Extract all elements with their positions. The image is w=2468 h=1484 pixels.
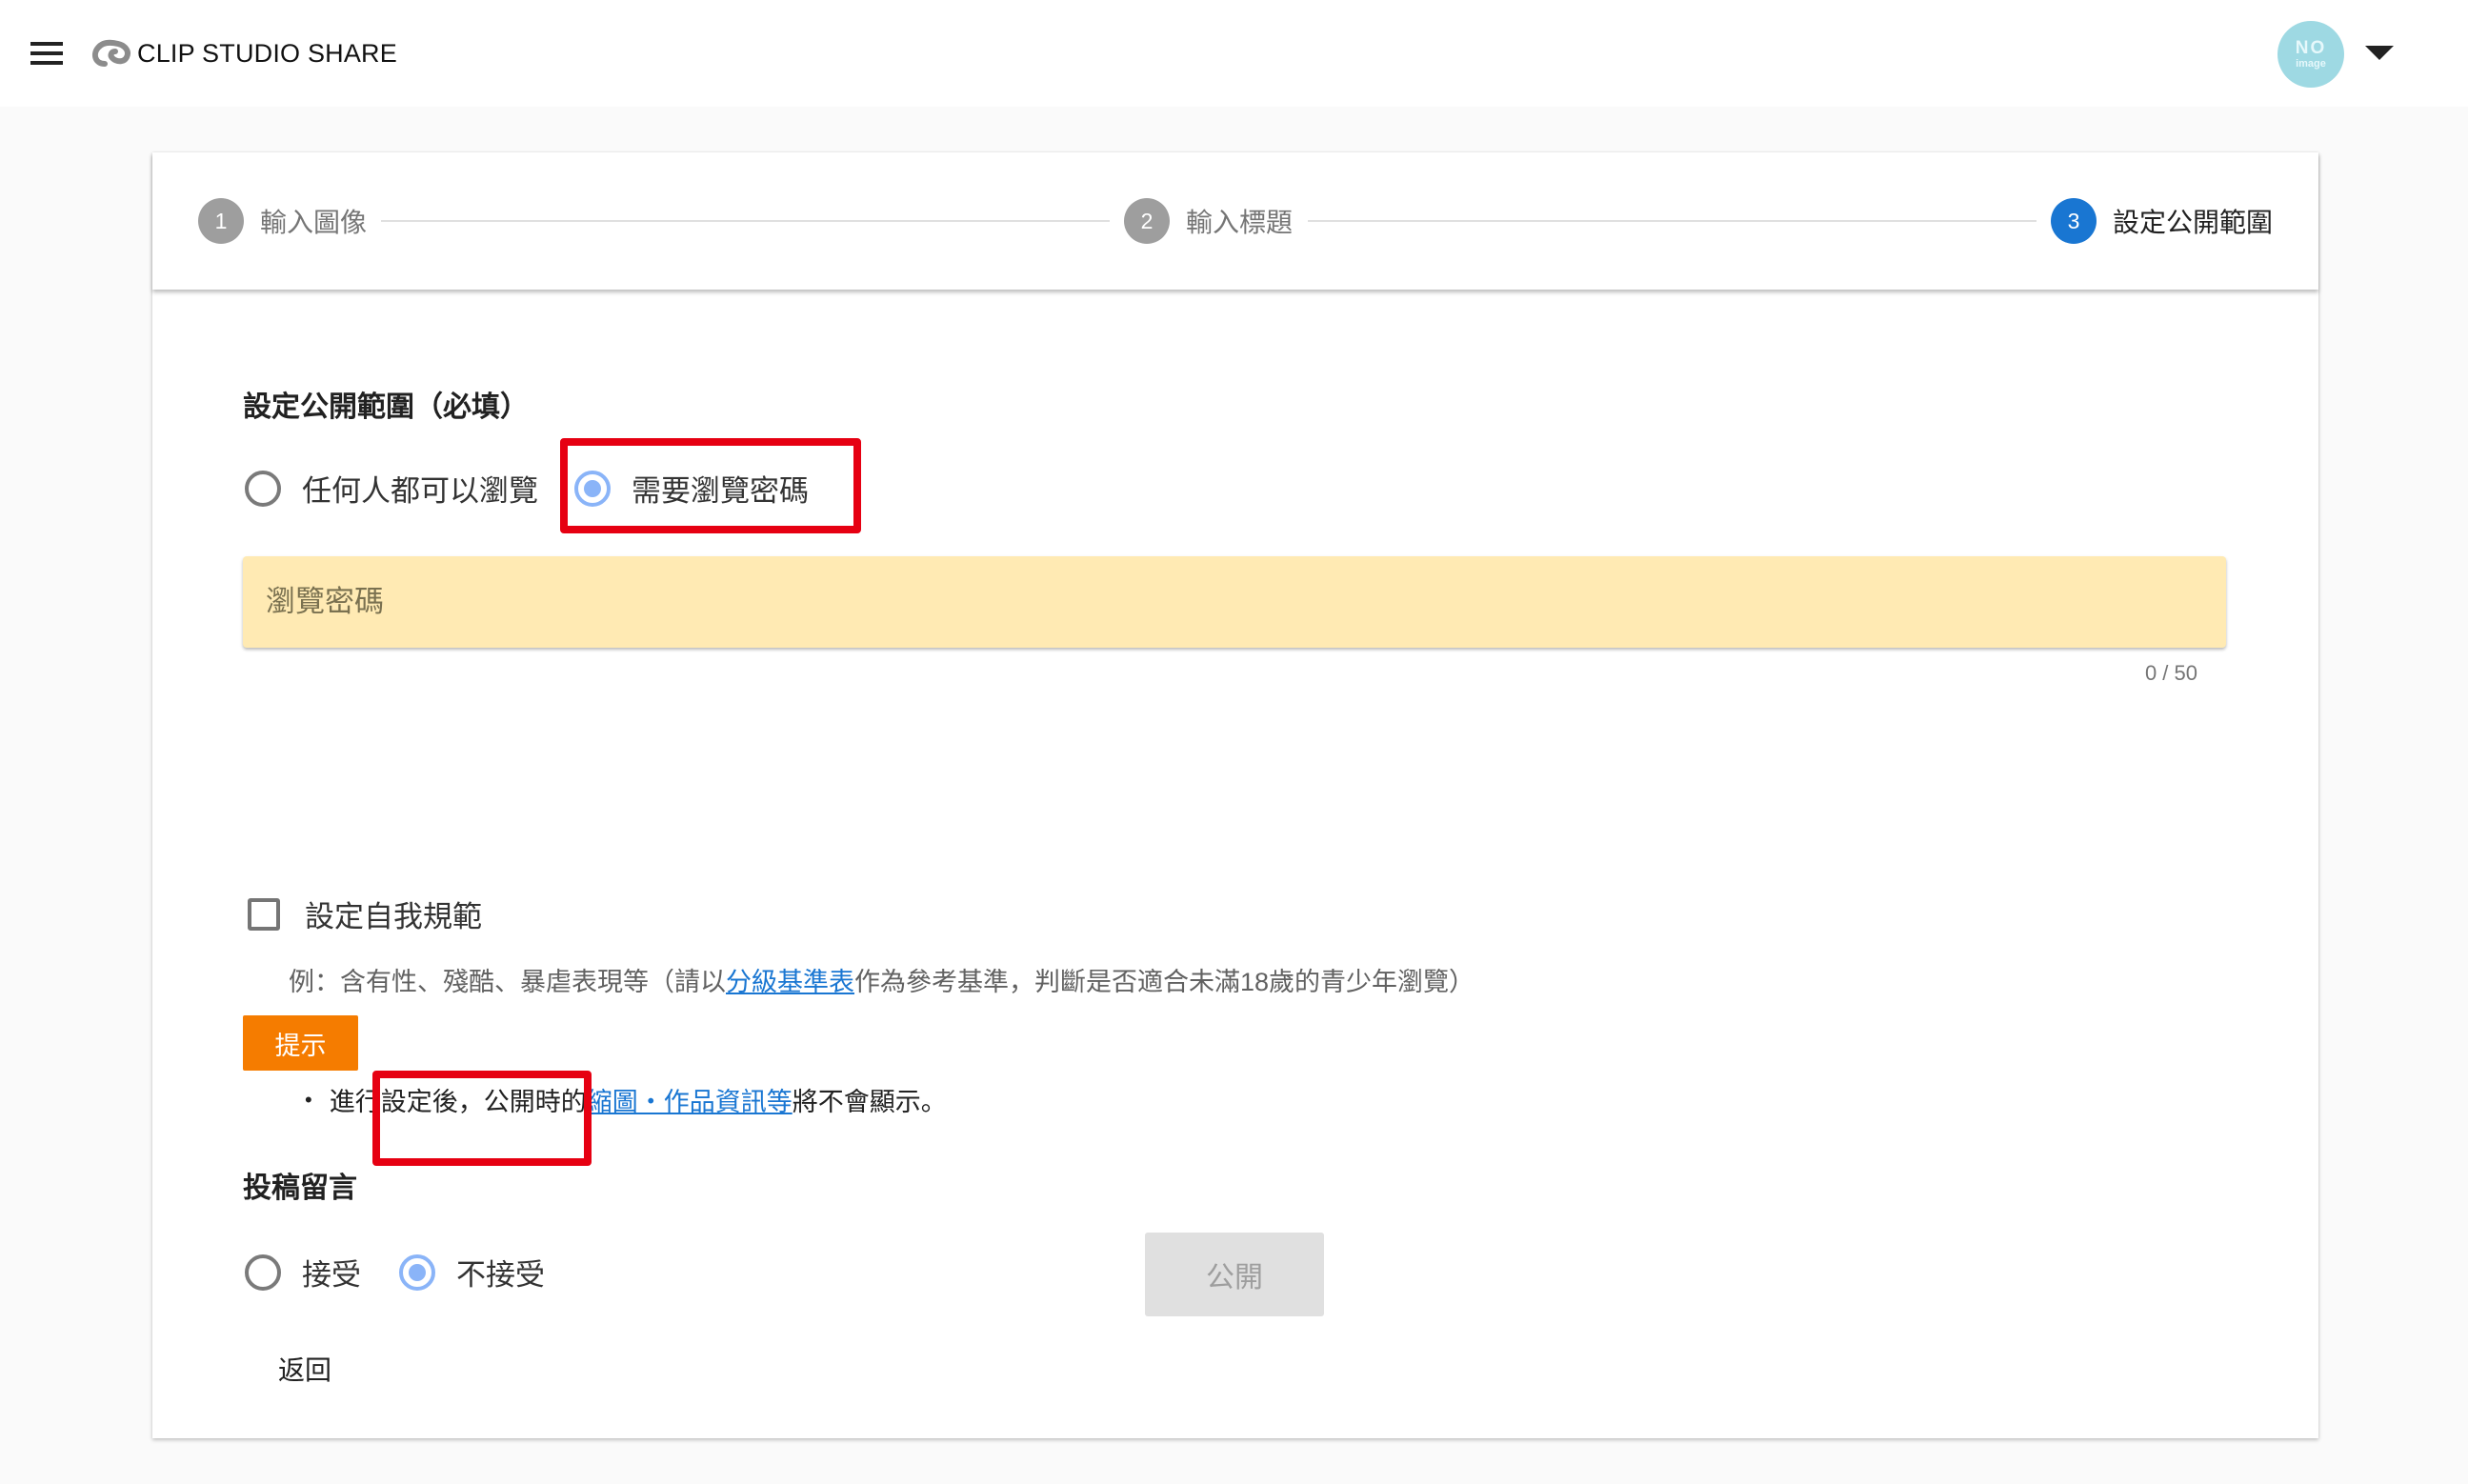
thumbnail-info-link[interactable]: 縮圖・作品資訊等	[587, 1081, 793, 1118]
hint-prefix: 進行設定後，公開時的	[329, 1088, 587, 1116]
checkbox-unchecked-icon[interactable]	[248, 897, 280, 931]
step-number-badge: 1	[198, 198, 244, 244]
step-number-badge: 3	[2051, 198, 2097, 244]
visibility-radio-group: 任何人都可以瀏覽 需要瀏覽密碼	[245, 467, 809, 510]
step-label: 輸入標題	[1186, 208, 1294, 237]
visibility-section-title: 設定公開範圍（必填）	[243, 391, 529, 423]
hint-suffix: 將不會顯示。	[792, 1088, 947, 1116]
user-avatar[interactable]: NO image	[2277, 21, 2344, 88]
hint-badge: 提示	[243, 1015, 358, 1071]
checkbox-label: 設定自我規範	[305, 900, 482, 933]
step-1: 1 輸入圖像	[198, 198, 367, 244]
password-char-counter: 0 / 50	[2144, 661, 2197, 685]
radio-reject-comments[interactable]: 不接受	[399, 1251, 545, 1293]
radio-password-required[interactable]: 需要瀏覽密碼	[574, 467, 809, 510]
app-bar: CLIP STUDIO SHARE NO image	[0, 0, 2468, 107]
clip-studio-logo-icon	[91, 39, 130, 67]
publish-settings-card: 1 輸入圖像 2 輸入標題 3 設定公開範圍 設定公開範圍（必填） 任何人都可以…	[152, 152, 2318, 1438]
stepper: 1 輸入圖像 2 輸入標題 3 設定公開範圍	[152, 152, 2318, 290]
account-menu-caret-icon[interactable]	[2365, 46, 2394, 60]
password-input[interactable]	[243, 556, 2226, 648]
menu-icon-bar	[30, 42, 63, 46]
publish-button[interactable]: 公開	[1145, 1233, 1324, 1316]
radio-label: 需要瀏覽密碼	[632, 474, 809, 508]
app-title: CLIP STUDIO SHARE	[137, 38, 397, 68]
radio-unchecked-icon[interactable]	[245, 470, 281, 507]
step-label: 輸入圖像	[260, 208, 368, 237]
hint-list-item: • 進行設定後，公開時的 縮圖・作品資訊等 將不會顯示。	[305, 1081, 947, 1118]
step-label: 設定公開範圍	[2113, 208, 2274, 237]
bullet: •	[305, 1087, 312, 1112]
example-suffix: 作為參考基準，判斷是否適合未滿18歲的青少年瀏覽）	[854, 968, 1475, 996]
radio-label: 不接受	[456, 1258, 545, 1292]
step-number-badge: 2	[1124, 198, 1170, 244]
step-connector	[381, 220, 1110, 222]
radio-checked-icon[interactable]	[574, 470, 611, 507]
radio-unchecked-icon[interactable]	[245, 1253, 281, 1291]
menu-icon-bar	[30, 61, 63, 65]
radio-label: 接受	[302, 1258, 361, 1292]
radio-accept-comments[interactable]: 接受	[245, 1251, 361, 1293]
rating-criteria-link[interactable]: 分級基準表	[726, 968, 854, 996]
comments-radio-group: 接受 不接受	[245, 1251, 545, 1293]
step-2: 2 輸入標題	[1124, 198, 1293, 244]
avatar-placeholder-text: NO	[2295, 38, 2327, 58]
hamburger-menu-button[interactable]	[29, 38, 65, 69]
step-3: 3 設定公開範圍	[2051, 198, 2273, 244]
avatar-placeholder-subtext: image	[2296, 58, 2326, 70]
menu-icon-bar	[30, 51, 63, 55]
step-connector	[1308, 220, 2037, 222]
radio-label: 任何人都可以瀏覽	[302, 474, 538, 508]
self-regulation-example-text: 例：含有性、殘酷、暴虐表現等（請以分級基準表作為參考基準，判斷是否適合未滿18歲…	[289, 961, 1475, 998]
comments-section-title: 投稿留言	[243, 1173, 357, 1204]
example-prefix: 例：含有性、殘酷、暴虐表現等（請以	[289, 968, 726, 996]
self-regulation-checkbox-row[interactable]: 設定自我規範	[248, 892, 482, 935]
radio-public[interactable]: 任何人都可以瀏覽	[245, 467, 538, 510]
password-field[interactable]	[243, 556, 2226, 648]
app-logo-link[interactable]: CLIP STUDIO SHARE	[91, 34, 397, 72]
radio-checked-icon[interactable]	[399, 1253, 435, 1291]
back-button[interactable]: 返回	[257, 1345, 352, 1393]
